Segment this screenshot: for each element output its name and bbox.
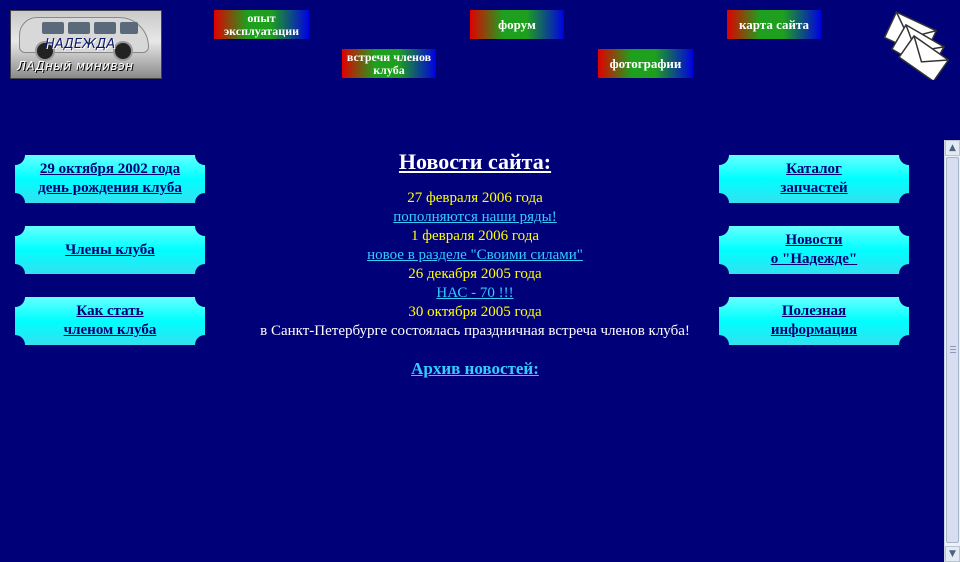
- nav-experience-button[interactable]: опыт эксплуатации: [214, 10, 309, 39]
- left-menu-how-to-join-link[interactable]: Как стать членом клуба: [64, 302, 157, 340]
- left-menu-members-link[interactable]: Члены клуба: [65, 241, 155, 260]
- left-menu-members[interactable]: Члены клуба: [15, 226, 205, 274]
- news-link[interactable]: новое в разделе "Своими силами": [230, 246, 720, 265]
- right-menu-nadezhda-news[interactable]: Новости о "Надежде": [719, 226, 909, 274]
- news-date: 26 декабря 2005 года: [408, 266, 542, 282]
- news-link[interactable]: пополняются наши ряды!: [230, 208, 720, 227]
- vertical-scrollbar[interactable]: ▲ ▼: [944, 140, 960, 562]
- left-menu-club-birthday-link[interactable]: 29 октября 2002 года день рождения клуба: [38, 160, 182, 198]
- right-menu-useful-info-link[interactable]: Полезная информация: [771, 302, 857, 340]
- right-menu-useful-info[interactable]: Полезная информация: [719, 297, 909, 345]
- news-archive-link[interactable]: Архив новостей:: [230, 359, 720, 378]
- nav-meetings-button[interactable]: встречи членов клуба: [342, 49, 436, 78]
- scroll-up-arrow-icon[interactable]: ▲: [945, 140, 960, 156]
- right-menu-parts-catalog-link[interactable]: Каталог запчастей: [780, 160, 847, 198]
- news-text: в Санкт-Петербурге состоялась празднична…: [260, 323, 690, 339]
- right-menu-nadezhda-news-link[interactable]: Новости о "Надежде": [771, 231, 857, 269]
- mail-envelopes-icon[interactable]: [880, 10, 950, 80]
- nav-forum-button[interactable]: форум: [470, 10, 564, 39]
- right-menu-parts-catalog[interactable]: Каталог запчастей: [719, 155, 909, 203]
- logo-subtitle: ЛАДный минивэн: [17, 59, 134, 73]
- news-title: Новости сайта:: [398, 149, 552, 174]
- scroll-down-arrow-icon[interactable]: ▼: [945, 546, 960, 562]
- logo-title: НАДЕЖДА: [45, 37, 116, 52]
- nav-photos-button[interactable]: фотографии: [598, 49, 693, 78]
- scrollbar-thumb[interactable]: [946, 157, 959, 543]
- nav-sitemap-button[interactable]: карта сайта: [727, 10, 821, 39]
- news-date: 1 февраля 2006 года: [410, 228, 540, 244]
- news-date: 30 октября 2005 года: [408, 304, 542, 320]
- news-section: Новости сайта: 27 февраля 2006 года попо…: [230, 149, 720, 379]
- site-logo[interactable]: НАДЕЖДА ЛАДный минивэн: [10, 10, 162, 79]
- news-date: 27 февраля 2006 года: [407, 190, 543, 206]
- left-menu-how-to-join[interactable]: Как стать членом клуба: [15, 297, 205, 345]
- news-link[interactable]: НАС - 70 !!!: [230, 284, 720, 303]
- left-menu-club-birthday[interactable]: 29 октября 2002 года день рождения клуба: [15, 155, 205, 203]
